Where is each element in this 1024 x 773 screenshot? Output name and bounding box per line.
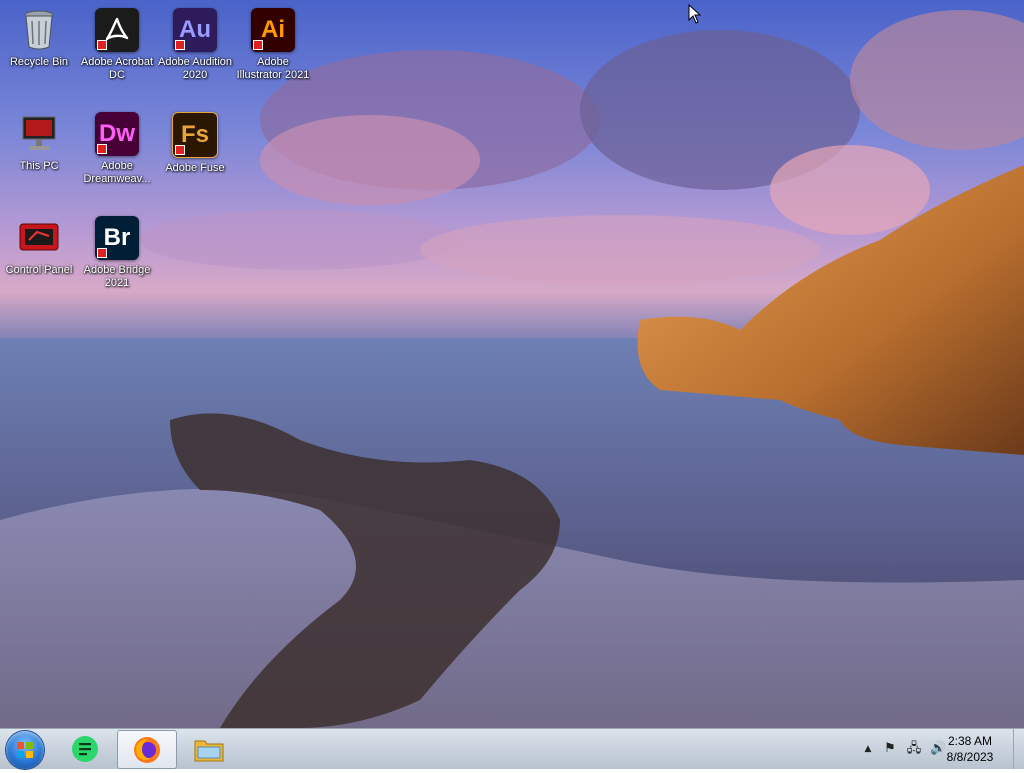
windows-logo-icon [17, 742, 33, 758]
shortcut-arrow-icon [175, 40, 185, 50]
shortcut-arrow-icon [97, 144, 107, 154]
desktop-icon-bridge[interactable]: Br Adobe Bridge 2021 [78, 216, 156, 290]
desktop-icon-label: This PC [19, 160, 59, 172]
firefox-icon [134, 736, 160, 763]
desktop-icon-label: Adobe Bridge 2021 [83, 264, 151, 289]
desktop[interactable]: Recycle Bin This PC Control Panel Adobe … [0, 0, 1024, 728]
clock-time: 2:38 AM [947, 734, 993, 748]
desktop-icon-label: Adobe Audition 2020 [157, 56, 232, 81]
taskbar-app-file-explorer[interactable] [180, 730, 238, 767]
shortcut-arrow-icon [175, 145, 185, 155]
action-center-flag-icon[interactable]: ⚑ [882, 741, 898, 757]
shortcut-arrow-icon [253, 40, 263, 50]
desktop-icon-dreamweaver[interactable]: Dw Adobe Dreamweav... [78, 112, 156, 186]
illustrator-glyph: Ai [261, 16, 285, 43]
tray-expand-icon[interactable]: ▲ [860, 741, 876, 757]
desktop-wallpaper [0, 10, 1024, 728]
desktop-icon-fuse[interactable]: Fs Adobe Fuse [156, 112, 234, 175]
desktop-icon-illustrator[interactable]: Ai Adobe Illustrator 2021 [234, 8, 312, 82]
notes-app-icon [72, 735, 98, 762]
fuse-icon: Fs [172, 112, 218, 158]
desktop-icon-control-panel[interactable]: Control Panel [0, 216, 78, 277]
dreamweaver-icon: Dw [95, 112, 139, 156]
bridge-glyph: Br [103, 224, 131, 251]
desktop-icon-audition[interactable]: Au Adobe Audition 2020 [156, 8, 234, 82]
desktop-icon-label: Adobe Illustrator 2021 [236, 56, 310, 81]
desktop-icon-label: Adobe Acrobat DC [80, 56, 154, 81]
taskbar-app-notes[interactable] [56, 730, 114, 767]
desktop-icon-this-pc[interactable]: This PC [0, 112, 78, 173]
shortcut-arrow-icon [97, 40, 107, 50]
start-button[interactable] [6, 731, 44, 769]
control-panel-icon [17, 216, 61, 260]
desktop-icon-label: Adobe Fuse [165, 162, 225, 174]
show-desktop-button[interactable] [1013, 729, 1024, 769]
desktop-icon-label: Adobe Dreamweav... [83, 160, 151, 185]
clock-date: 8/8/2023 [946, 750, 994, 764]
bridge-icon: Br [95, 216, 139, 260]
fuse-glyph: Fs [180, 121, 209, 148]
taskbar-app-firefox[interactable] [117, 730, 177, 769]
this-pc-icon [17, 112, 61, 156]
network-icon[interactable]: 🖧 [906, 741, 922, 757]
acrobat-icon [95, 8, 139, 52]
shortcut-arrow-icon [97, 248, 107, 258]
recycle-bin-icon [17, 8, 61, 52]
folder-icon [194, 740, 224, 761]
desktop-icon-label: Recycle Bin [9, 56, 69, 68]
mouse-cursor-icon [688, 4, 702, 24]
taskbar: ▲ ⚑ 🖧 🔊 2:38 AM 8/8/2023 [0, 728, 1024, 769]
clock[interactable]: 2:38 AM 8/8/2023 [930, 733, 1010, 765]
desktop-icon-recycle-bin[interactable]: Recycle Bin [0, 8, 78, 69]
desktop-icon-acrobat[interactable]: Adobe Acrobat DC [78, 8, 156, 82]
desktop-icon-label: Control Panel [5, 264, 73, 276]
audition-icon: Au [173, 8, 217, 52]
illustrator-icon: Ai [251, 8, 295, 52]
